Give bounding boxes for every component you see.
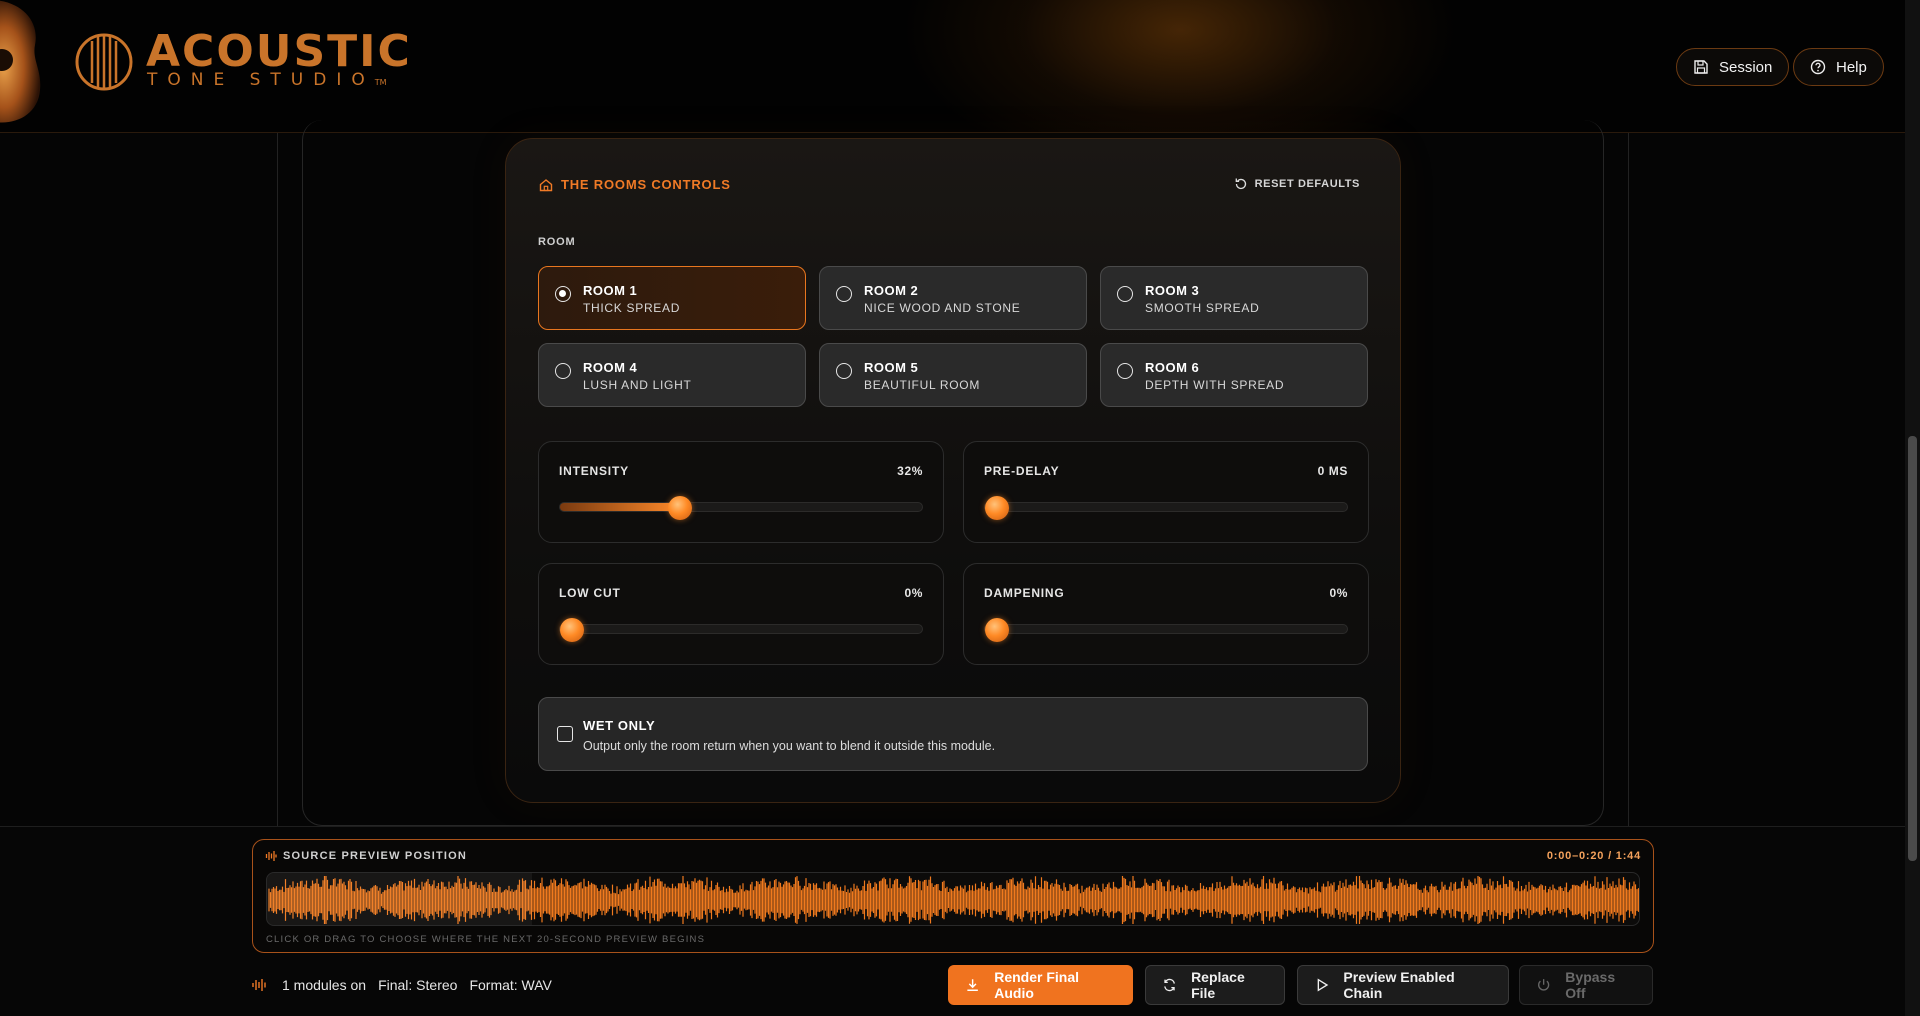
room-section-label: ROOM xyxy=(538,236,576,248)
room-option-5[interactable]: ROOM 5 BEAUTIFUL ROOM xyxy=(819,343,1087,407)
help-label: Help xyxy=(1836,58,1867,76)
help-button[interactable]: Help xyxy=(1793,48,1884,86)
header-glow xyxy=(900,0,1460,132)
wet-only-title: WET ONLY xyxy=(583,718,656,733)
source-preview: SOURCE PREVIEW POSITION 0:00–0:20 / 1:44… xyxy=(252,839,1654,953)
page-scrollbar[interactable] xyxy=(1905,0,1920,1016)
logo-title: ACOUSTIC xyxy=(146,26,412,77)
slider-label: INTENSITY xyxy=(559,464,629,478)
pre-delay-control: PRE-DELAY 0 MS xyxy=(963,441,1369,543)
rooms-controls-card: THE ROOMS CONTROLS RESET DEFAULTS ROOM R… xyxy=(505,138,1401,803)
render-final-audio-button[interactable]: Render Final Audio xyxy=(948,965,1133,1005)
room-name: ROOM 5 xyxy=(864,360,919,375)
preview-title: SOURCE PREVIEW POSITION xyxy=(265,850,467,862)
status-line: 1 modules on Final: Stereo Format: WAV xyxy=(252,977,552,993)
preview-enabled-chain-button[interactable]: Preview Enabled Chain xyxy=(1297,965,1509,1005)
room-option-1[interactable]: ROOM 1 THICK SPREAD xyxy=(538,266,806,330)
slider-value: 0% xyxy=(1329,586,1348,600)
dampening-control: DAMPENING 0% xyxy=(963,563,1369,665)
room-option-4[interactable]: ROOM 4 LUSH AND LIGHT xyxy=(538,343,806,407)
wet-only-desc: Output only the room return when you wan… xyxy=(583,739,996,753)
scrollbar-thumb[interactable] xyxy=(1908,436,1917,861)
save-icon xyxy=(1694,60,1708,74)
room-desc: THICK SPREAD xyxy=(583,301,681,315)
slider-thumb[interactable] xyxy=(668,496,693,520)
radio-icon xyxy=(836,286,852,302)
room-name: ROOM 2 xyxy=(864,283,919,298)
radio-icon xyxy=(1117,286,1133,302)
slider-value: 0 MS xyxy=(1317,464,1348,478)
slider-thumb[interactable] xyxy=(985,618,1009,642)
slider-thumb[interactable] xyxy=(560,618,584,642)
room-option-3[interactable]: ROOM 3 SMOOTH SPREAD xyxy=(1100,266,1368,330)
final-mode: Final: Stereo xyxy=(378,977,458,993)
waveform-icon xyxy=(265,851,277,861)
room-option-6[interactable]: ROOM 6 DEPTH WITH SPREAD xyxy=(1100,343,1368,407)
play-icon xyxy=(1317,978,1329,992)
low-cut-control: LOW CUT 0% xyxy=(538,563,944,665)
wet-only-toggle[interactable]: WET ONLY Output only the room return whe… xyxy=(538,697,1368,771)
dampening-slider[interactable] xyxy=(984,618,1348,642)
slider-label: LOW CUT xyxy=(559,586,621,600)
slider-thumb[interactable] xyxy=(985,496,1009,520)
intensity-slider[interactable] xyxy=(559,496,923,520)
pre-delay-slider[interactable] xyxy=(984,496,1348,520)
radio-icon xyxy=(1117,363,1133,379)
session-label: Session xyxy=(1719,58,1773,76)
slider-label: DAMPENING xyxy=(984,586,1065,600)
radio-icon xyxy=(555,363,571,379)
intensity-control: INTENSITY 32% xyxy=(538,441,944,543)
bypass-toggle-button[interactable]: Bypass Off xyxy=(1519,965,1653,1005)
room-name: ROOM 4 xyxy=(583,360,638,375)
room-name: ROOM 6 xyxy=(1145,360,1200,375)
replace-file-button[interactable]: Replace File xyxy=(1145,965,1285,1005)
guitar-image xyxy=(0,0,41,123)
logo-icon xyxy=(75,33,133,91)
waveform-icon xyxy=(252,979,266,991)
frame-divider xyxy=(277,133,278,826)
room-name: ROOM 3 xyxy=(1145,283,1200,298)
waveform xyxy=(267,873,1639,925)
room-desc: SMOOTH SPREAD xyxy=(1145,301,1260,315)
output-format: Format: WAV xyxy=(469,977,552,993)
home-icon xyxy=(539,178,553,191)
reset-icon xyxy=(1235,178,1246,190)
app-header: ACOUSTIC TONE STUDIOTM Session Help xyxy=(0,0,1920,133)
transport-bar: SOURCE PREVIEW POSITION 0:00–0:20 / 1:44… xyxy=(0,826,1920,1016)
refresh-icon xyxy=(1164,978,1175,992)
logo-subtitle: TONE STUDIOTM xyxy=(147,70,387,90)
modules-count: 1 modules on xyxy=(282,977,367,993)
room-option-2[interactable]: ROOM 2 NICE WOOD AND STONE xyxy=(819,266,1087,330)
preview-window-highlight xyxy=(267,873,532,925)
card-title: THE ROOMS CONTROLS xyxy=(539,177,731,192)
frame-divider xyxy=(1628,133,1629,826)
waveform-scrubber[interactable] xyxy=(266,872,1640,926)
slider-value: 32% xyxy=(897,464,923,478)
slider-value: 0% xyxy=(904,586,923,600)
checkbox-icon[interactable] xyxy=(557,726,573,742)
room-desc: NICE WOOD AND STONE xyxy=(864,301,1021,315)
session-button[interactable]: Session xyxy=(1676,48,1790,86)
low-cut-slider[interactable] xyxy=(559,618,923,642)
reset-defaults-button[interactable]: RESET DEFAULTS xyxy=(1234,177,1360,191)
slider-label: PRE-DELAY xyxy=(984,464,1060,478)
waveform-hint: CLICK OR DRAG TO CHOOSE WHERE THE NEXT 2… xyxy=(266,934,706,945)
power-icon xyxy=(1538,979,1550,991)
room-desc: BEAUTIFUL ROOM xyxy=(864,378,981,392)
download-icon xyxy=(967,979,978,991)
room-desc: LUSH AND LIGHT xyxy=(583,378,692,392)
radio-icon xyxy=(836,363,852,379)
room-name: ROOM 1 xyxy=(583,283,638,298)
radio-selected-icon xyxy=(555,286,571,302)
slider-fill xyxy=(560,503,681,511)
room-desc: DEPTH WITH SPREAD xyxy=(1145,378,1285,392)
help-icon xyxy=(1810,59,1826,75)
preview-time: 0:00–0:20 / 1:44 xyxy=(1546,850,1641,862)
